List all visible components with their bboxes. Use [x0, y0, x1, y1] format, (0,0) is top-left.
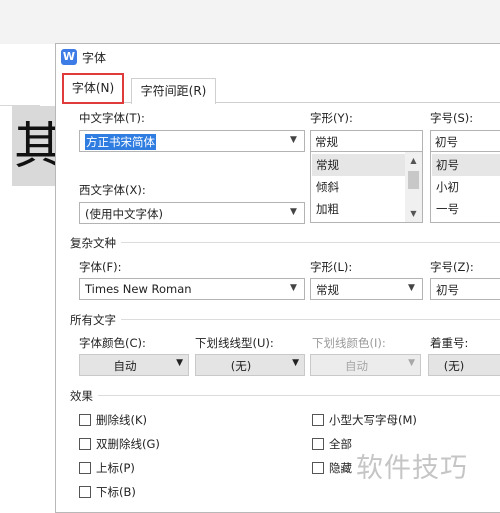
complex-style-select[interactable]: 常规 ▼	[310, 278, 423, 300]
list-item[interactable]: 初号	[432, 154, 500, 176]
section-divider	[70, 319, 500, 320]
checkbox-label: 下标(B)	[96, 485, 136, 499]
complex-script-section: 复杂文种	[70, 235, 500, 251]
emphasis-dropdown[interactable]: (无)	[428, 354, 500, 376]
wps-app-icon: W	[61, 49, 77, 65]
checkbox-label: 双删除线(G)	[96, 437, 160, 451]
superscript-checkbox[interactable]: 上标(P)	[79, 460, 229, 476]
section-divider	[70, 242, 500, 243]
checkbox-box	[312, 414, 324, 426]
complex-style-value: 常规	[316, 283, 339, 297]
small-caps-checkbox[interactable]: 小型大写字母(M)	[312, 412, 500, 428]
checkbox-label: 全部	[329, 437, 352, 451]
complex-size-value: 初号	[436, 283, 459, 297]
list-item[interactable]: 一号	[432, 198, 500, 220]
chinese-font-value: 方正书宋简体	[85, 134, 156, 150]
document-toolbar-area	[0, 0, 500, 44]
list-item[interactable]: 倾斜	[312, 176, 405, 198]
strikethrough-checkbox[interactable]: 删除线(K)	[79, 412, 229, 428]
complex-size-select[interactable]: 初号	[430, 278, 500, 300]
chevron-down-icon: ▼	[290, 283, 297, 293]
emphasis-value: (无)	[443, 359, 465, 373]
size-input-value: 初号	[435, 135, 458, 149]
list-item[interactable]: 加粗	[312, 198, 405, 220]
triangle-down-icon: ▼	[176, 358, 183, 368]
font-color-label: 字体颜色(C):	[79, 336, 146, 350]
checkbox-box	[79, 414, 91, 426]
complex-style-label: 字形(L):	[310, 260, 353, 274]
chevron-down-icon: ▼	[408, 283, 415, 293]
checkbox-label: 删除线(K)	[96, 413, 148, 427]
section-title: 复杂文种	[70, 235, 121, 251]
checkbox-box	[79, 486, 91, 498]
complex-font-select[interactable]: Times New Roman ▼	[79, 278, 305, 300]
all-text-section: 所有文字	[70, 312, 500, 328]
font-color-value: 自动	[113, 359, 137, 373]
checkbox-label: 隐藏	[329, 461, 352, 475]
section-title: 效果	[70, 388, 98, 404]
chinese-font-label: 中文字体(T):	[79, 111, 145, 125]
triangle-down-icon: ▼	[292, 358, 299, 368]
section-divider	[70, 395, 500, 396]
style-label: 字形(Y):	[310, 111, 353, 125]
chinese-font-select[interactable]: 方正书宋简体 ▼	[79, 130, 305, 152]
scroll-down-icon[interactable]: ▼	[405, 205, 422, 222]
subscript-checkbox[interactable]: 下标(B)	[79, 484, 229, 500]
complex-font-label: 字体(F):	[79, 260, 122, 274]
chevron-down-icon: ▼	[290, 135, 297, 145]
tab-font[interactable]: 字体(N)	[62, 73, 124, 104]
size-label: 字号(S):	[430, 111, 474, 125]
tab-divider	[64, 102, 500, 103]
checkbox-label: 小型大写字母(M)	[329, 413, 417, 427]
style-input-value: 常规	[315, 135, 338, 149]
complex-font-value: Times New Roman	[85, 282, 192, 296]
watermark-text: 软件技巧	[356, 453, 468, 484]
style-list-scrollbar[interactable]: ▲ ▼	[405, 152, 422, 222]
dialog-titlebar[interactable]: W 字体	[56, 44, 500, 70]
size-list[interactable]: 初号 小初 一号	[430, 151, 500, 223]
western-font-value: (使用中文字体)	[85, 207, 163, 221]
underline-color-label: 下划线颜色(I):	[312, 336, 386, 350]
checkbox-box	[79, 462, 91, 474]
underline-color-value: 自动	[345, 359, 368, 373]
underline-style-label: 下划线线型(U):	[195, 336, 274, 350]
tab-character-spacing[interactable]: 字符间距(R)	[131, 78, 216, 104]
list-item[interactable]: 小初	[432, 176, 500, 198]
style-input[interactable]: 常规	[310, 130, 423, 152]
checkbox-box	[312, 438, 324, 450]
scrollbar-thumb[interactable]	[408, 171, 419, 189]
underline-style-dropdown[interactable]: (无) ▼	[195, 354, 305, 376]
font-dialog: W 字体 字体(N) 字符间距(R) 中文字体(T): 方正书宋简体 ▼ 字形(…	[55, 43, 500, 513]
list-item[interactable]: 常规	[312, 154, 405, 176]
section-title: 所有文字	[70, 312, 121, 328]
checkbox-label: 上标(P)	[96, 461, 135, 475]
emphasis-label: 着重号:	[430, 336, 469, 350]
underline-color-dropdown: 自动 ▼	[310, 354, 421, 376]
underline-style-value: (无)	[230, 359, 252, 373]
western-font-label: 西文字体(X):	[79, 183, 146, 197]
font-color-dropdown[interactable]: 自动 ▼	[79, 354, 189, 376]
triangle-down-icon: ▼	[408, 358, 415, 368]
style-list[interactable]: 常规 倾斜 加粗 ▲ ▼	[310, 151, 423, 223]
complex-size-label: 字号(Z):	[430, 260, 474, 274]
double-strikethrough-checkbox[interactable]: 双删除线(G)	[79, 436, 229, 452]
western-font-select[interactable]: (使用中文字体) ▼	[79, 202, 305, 224]
chevron-down-icon: ▼	[290, 207, 297, 217]
document-selected-text: 其	[12, 106, 56, 186]
scroll-up-icon[interactable]: ▲	[405, 152, 422, 169]
size-input[interactable]: 初号	[430, 130, 500, 152]
effects-section: 效果	[70, 388, 500, 404]
tab-strip: 字体(N) 字符间距(R)	[56, 73, 500, 104]
checkbox-box	[312, 462, 324, 474]
dialog-title: 字体	[82, 51, 107, 65]
checkbox-box	[79, 438, 91, 450]
